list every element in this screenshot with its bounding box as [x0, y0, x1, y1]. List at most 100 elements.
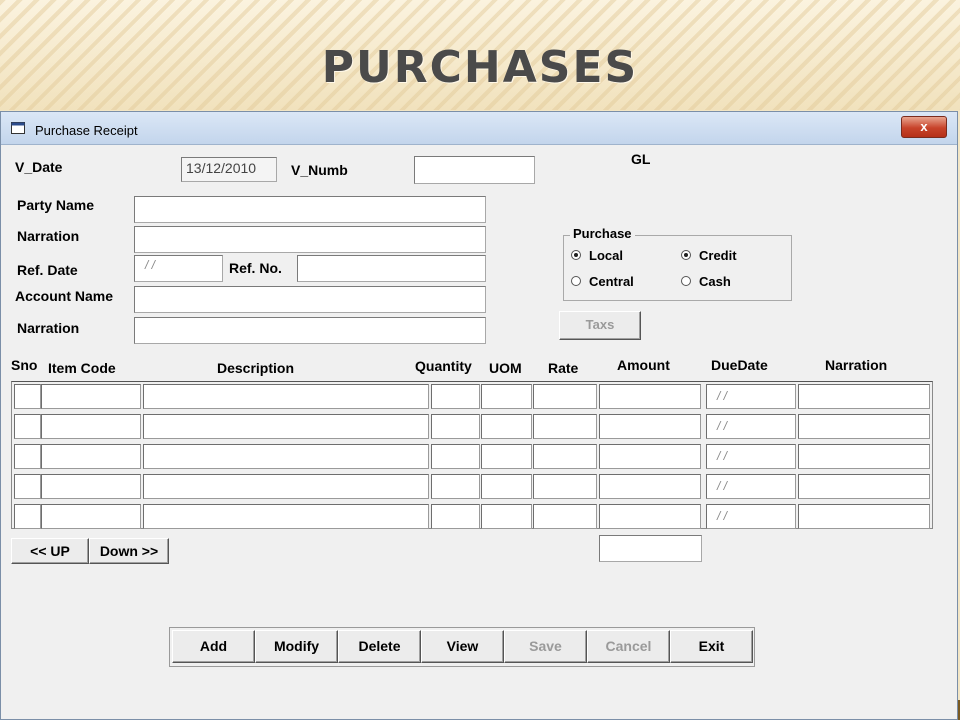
radio-cash[interactable]: Cash	[681, 274, 731, 289]
taxes-button[interactable]: Taxs	[559, 311, 641, 340]
col-uom: UOM	[489, 360, 522, 376]
form-body: V_Date 13/12/2010 V_Numb GL Party Name N…	[1, 145, 957, 719]
item-code-cell[interactable]	[41, 384, 141, 409]
party-name-label: Party Name	[17, 197, 95, 213]
amount-cell[interactable]	[599, 414, 701, 439]
up-button[interactable]: << UP	[11, 538, 89, 564]
amount-cell[interactable]	[599, 504, 701, 529]
radio-cash-label: Cash	[699, 274, 731, 289]
rate-cell[interactable]	[533, 504, 597, 529]
purchase-type-group: Purchase	[563, 226, 792, 301]
rate-cell[interactable]	[533, 474, 597, 499]
ref-date-label: Ref. Date	[17, 262, 78, 278]
sno-cell[interactable]	[14, 474, 41, 499]
uom-cell[interactable]	[481, 474, 532, 499]
modify-button[interactable]: Modify	[255, 630, 338, 663]
due-date-cell[interactable]: / /	[706, 504, 796, 529]
uom-cell[interactable]	[481, 414, 532, 439]
rate-cell[interactable]	[533, 414, 597, 439]
uom-cell[interactable]	[481, 444, 532, 469]
sno-cell[interactable]	[14, 384, 41, 409]
narration-cell[interactable]	[798, 384, 930, 409]
cancel-button[interactable]: Cancel	[587, 630, 670, 663]
gl-label: GL	[631, 151, 651, 167]
total-amount-field[interactable]	[599, 535, 702, 562]
rate-cell[interactable]	[533, 384, 597, 409]
col-quantity: Quantity	[415, 358, 472, 374]
col-item-code: Item Code	[48, 360, 116, 376]
col-sno: Sno	[11, 357, 38, 373]
item-code-cell[interactable]	[41, 504, 141, 529]
radio-local-dot	[571, 249, 581, 260]
down-button[interactable]: Down >>	[89, 538, 169, 564]
uom-cell[interactable]	[481, 504, 532, 529]
v-numb-field[interactable]	[414, 156, 535, 184]
description-cell[interactable]	[143, 444, 429, 469]
description-cell[interactable]	[143, 474, 429, 499]
quantity-cell[interactable]	[431, 414, 480, 439]
quantity-cell[interactable]	[431, 504, 480, 529]
radio-central[interactable]: Central	[571, 274, 634, 289]
due-date-cell[interactable]: / /	[706, 414, 796, 439]
item-code-cell[interactable]	[41, 414, 141, 439]
sno-cell[interactable]	[14, 414, 41, 439]
item-code-cell[interactable]	[41, 444, 141, 469]
ref-no-field[interactable]	[297, 255, 486, 282]
account-name-label: Account Name	[15, 288, 114, 304]
narration2-field[interactable]	[134, 317, 486, 344]
col-rate: Rate	[548, 360, 579, 376]
narration-cell[interactable]	[798, 504, 930, 529]
narration-field[interactable]	[134, 226, 486, 253]
description-cell[interactable]	[143, 504, 429, 529]
narration-cell[interactable]	[798, 474, 930, 499]
radio-local[interactable]: Local	[571, 248, 623, 263]
due-date-cell[interactable]: / /	[706, 384, 796, 409]
narration2-label: Narration	[17, 320, 80, 336]
radio-local-label: Local	[589, 248, 623, 263]
sno-cell[interactable]	[14, 444, 41, 469]
col-amount: Amount	[617, 357, 670, 373]
narration-cell[interactable]	[798, 444, 930, 469]
amount-cell[interactable]	[599, 444, 701, 469]
description-cell[interactable]	[143, 384, 429, 409]
v-numb-label: V_Numb	[291, 162, 348, 178]
slide-title: PURCHASES	[321, 42, 639, 93]
view-button[interactable]: View	[421, 630, 504, 663]
exit-button[interactable]: Exit	[670, 630, 753, 663]
radio-credit-dot	[681, 249, 691, 260]
window-title: Purchase Receipt	[35, 123, 138, 138]
quantity-cell[interactable]	[431, 384, 480, 409]
v-date-field[interactable]: 13/12/2010	[181, 157, 277, 182]
account-name-field[interactable]	[134, 286, 486, 313]
add-button[interactable]: Add	[172, 630, 255, 663]
col-due-date: DueDate	[711, 357, 768, 373]
save-button[interactable]: Save	[504, 630, 587, 663]
item-code-cell[interactable]	[41, 474, 141, 499]
ref-no-label: Ref. No.	[229, 260, 282, 276]
party-name-field[interactable]	[134, 196, 486, 223]
window-titlebar[interactable]: Purchase Receipt x	[1, 112, 957, 145]
rate-cell[interactable]	[533, 444, 597, 469]
narration-cell[interactable]	[798, 414, 930, 439]
col-narration: Narration	[825, 357, 888, 373]
delete-button[interactable]: Delete	[338, 630, 421, 663]
window-app-icon	[11, 122, 25, 134]
v-date-label: V_Date	[15, 159, 63, 175]
description-cell[interactable]	[143, 414, 429, 439]
uom-cell[interactable]	[481, 384, 532, 409]
narration-label: Narration	[17, 228, 80, 244]
quantity-cell[interactable]	[431, 444, 480, 469]
purchase-receipt-window: Purchase Receipt x V_Date 13/12/2010 V_N…	[0, 111, 958, 720]
radio-cash-dot	[681, 275, 691, 286]
ref-date-field[interactable]: / /	[134, 255, 223, 282]
col-description: Description	[217, 360, 295, 376]
amount-cell[interactable]	[599, 474, 701, 499]
due-date-cell[interactable]: / /	[706, 474, 796, 499]
radio-credit-label: Credit	[699, 248, 737, 263]
due-date-cell[interactable]: / /	[706, 444, 796, 469]
amount-cell[interactable]	[599, 384, 701, 409]
quantity-cell[interactable]	[431, 474, 480, 499]
radio-credit[interactable]: Credit	[681, 248, 737, 263]
close-button[interactable]: x	[901, 116, 947, 138]
sno-cell[interactable]	[14, 504, 41, 529]
